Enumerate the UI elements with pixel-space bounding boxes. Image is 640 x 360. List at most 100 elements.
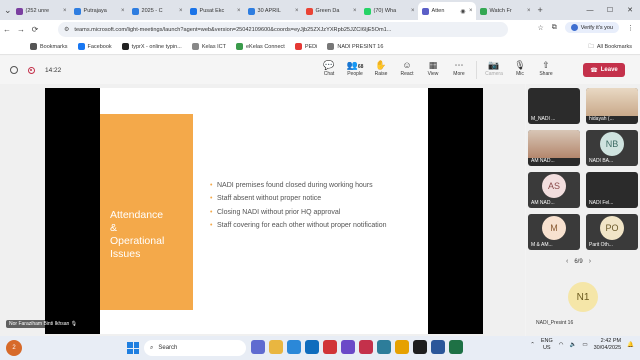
close-tab-icon[interactable]: × [237, 8, 241, 14]
browser-tab[interactable]: Putrajaya × [70, 2, 128, 20]
new-tab-button[interactable]: + [538, 5, 543, 15]
clock-date: 30/04/2025 [593, 344, 622, 351]
prev-page-button[interactable]: ‹ [566, 258, 568, 265]
control-react[interactable]: ☺ React [394, 59, 420, 79]
control-people[interactable]: 👥68 People [342, 59, 368, 79]
security-shield-icon[interactable] [10, 66, 18, 74]
participant-tile[interactable]: AS AM NAD... [528, 172, 580, 208]
url-text: teams.microsoft.com/light-meetings/launc… [74, 26, 392, 33]
reload-icon[interactable]: ⟳ [28, 25, 42, 34]
weather-widget-icon[interactable]: 2 [6, 340, 22, 356]
browser-tab[interactable]: Watch Fr × [476, 2, 534, 20]
language-indicator[interactable]: ENG US [541, 338, 553, 351]
control-chat[interactable]: 💬 Chat [316, 59, 342, 79]
presentation-slide: Attendance&OperationalIssues NADI premis… [100, 88, 428, 334]
control-label: People [347, 71, 363, 77]
control-label: View [427, 71, 439, 77]
verify-profile-button[interactable]: Verify it's you [564, 22, 619, 33]
participant-tile[interactable]: PO Parit Oth... [586, 214, 638, 250]
browser-tab[interactable]: 2025 - C × [128, 2, 186, 20]
browser-tab[interactable]: Atten ◉ × [417, 2, 476, 20]
participant-tile[interactable]: NB NADI BA... [586, 130, 638, 166]
powerpoint-icon[interactable] [359, 340, 373, 354]
control-label: Share [539, 71, 553, 77]
featured-participant-tile[interactable]: N1 NADI_Presint 16 [528, 274, 638, 328]
tab-title: (70) Wha [373, 8, 397, 14]
word-icon[interactable] [431, 340, 445, 354]
tab-search-icon[interactable]: ⌄ [4, 5, 12, 16]
participant-tile[interactable]: NADI Fel... [586, 172, 638, 208]
close-window-icon[interactable]: ✕ [620, 6, 640, 14]
windows-start-icon[interactable] [127, 342, 139, 354]
browser-menu-icon[interactable]: ⋮ [627, 24, 634, 32]
close-tab-icon[interactable]: × [411, 8, 415, 14]
leave-button[interactable]: ☎ Leave [583, 63, 625, 77]
browser-tab[interactable]: (70) Wha × [360, 2, 418, 20]
taskbar-search-box[interactable]: ⌕ Search [144, 340, 246, 356]
file-explorer-icon[interactable] [269, 340, 283, 354]
back-icon[interactable]: ← [0, 25, 14, 34]
participant-tile[interactable]: M M & AM... [528, 214, 580, 250]
participant-tile[interactable]: M_NADI ... [528, 88, 580, 124]
site-info-icon[interactable]: ⚙ [64, 26, 69, 33]
verify-label: Verify it's you [580, 24, 613, 31]
meeting-controls: 💬 Chat 👥68 People ✋ Raise ☺ React ▦ View ⋯ More 📷 Cam… [316, 59, 559, 79]
edge-icon[interactable] [287, 340, 301, 354]
store-icon[interactable] [377, 340, 391, 354]
bookmark-item[interactable]: NADI PRESINT 16 [327, 43, 383, 50]
battery-icon[interactable]: ▭ [582, 342, 587, 348]
participant-tile[interactable]: AM NAD... [528, 130, 580, 166]
participant-avatar: M [542, 216, 566, 240]
browser-tab[interactable]: 30 APRIL × [244, 2, 302, 20]
control-raise[interactable]: ✋ Raise [368, 59, 394, 79]
close-tab-icon[interactable]: × [469, 8, 473, 14]
chrome-icon[interactable] [395, 340, 409, 354]
close-tab-icon[interactable]: × [353, 8, 357, 14]
control-view[interactable]: ▦ View [420, 59, 446, 79]
excel-icon[interactable] [449, 340, 463, 354]
all-bookmarks-link[interactable]: 🗀 All Bookmarks [588, 39, 632, 55]
close-tab-icon[interactable]: × [295, 8, 299, 14]
volume-icon[interactable]: 🔈 [570, 342, 577, 348]
slide-title-line: Attendance [110, 209, 164, 221]
meeting-timer: 14:22 [45, 66, 62, 74]
control-share[interactable]: ⇧ Share [533, 59, 559, 79]
close-tab-icon[interactable]: × [179, 8, 183, 14]
browser-tab[interactable]: Green Da × [302, 2, 360, 20]
browser-tab[interactable]: (252 unre × [12, 2, 70, 20]
browser-tab[interactable]: Pusat Ekc × [186, 2, 244, 20]
wifi-icon[interactable]: ◠ [559, 342, 564, 348]
mail-icon[interactable] [305, 340, 319, 354]
bookmark-item[interactable]: Bookmarks [30, 43, 68, 50]
tray-overflow-icon[interactable]: ⌃ [530, 342, 535, 348]
star-icon[interactable]: ☆ [537, 24, 543, 32]
bookmark-item[interactable]: Facebook [77, 43, 112, 50]
browser-tab-strip: ⌄ (252 unre × Putrajaya × 2025 - C × Pusat Ekc ×… [0, 0, 640, 20]
bookmark-item[interactable]: eKelas Connect [235, 43, 285, 50]
control-camera[interactable]: 📷 Camera [481, 59, 507, 79]
maximize-icon[interactable]: ☐ [600, 6, 620, 14]
bookmark-item[interactable]: PEDi [294, 43, 317, 50]
minimize-icon[interactable]: — [580, 7, 600, 14]
control-more[interactable]: ⋯ More [446, 59, 472, 79]
bookmark-item[interactable]: typrX - online typin... [121, 43, 182, 50]
app-icon[interactable] [323, 340, 337, 354]
clock[interactable]: 2:42 PM 30/04/2025 [594, 338, 622, 351]
slide-bullet-list: NADI premises found closed during workin… [210, 182, 415, 235]
mic-icon: 🎙 [70, 321, 78, 327]
notification-icon[interactable]: 🔔 [627, 342, 634, 348]
control-mic[interactable]: 🎙 Mic [507, 59, 533, 79]
task-view-icon[interactable] [251, 340, 265, 354]
next-page-button[interactable]: › [589, 258, 591, 265]
bookmark-item[interactable]: Kelas ICT [191, 43, 226, 50]
close-tab-icon[interactable]: × [121, 8, 125, 14]
teams-icon[interactable] [341, 340, 355, 354]
forward-icon[interactable]: → [14, 25, 28, 34]
close-tab-icon[interactable]: × [527, 8, 531, 14]
close-tab-icon[interactable]: × [63, 8, 67, 14]
terminal-icon[interactable] [413, 340, 427, 354]
bookmark-icon [235, 43, 243, 50]
extensions-icon[interactable]: ⧉ [552, 24, 557, 32]
url-omnibox[interactable]: ⚙ teams.microsoft.com/light-meetings/lau… [58, 22, 508, 37]
participant-tile[interactable]: hidayah (... [586, 88, 638, 124]
